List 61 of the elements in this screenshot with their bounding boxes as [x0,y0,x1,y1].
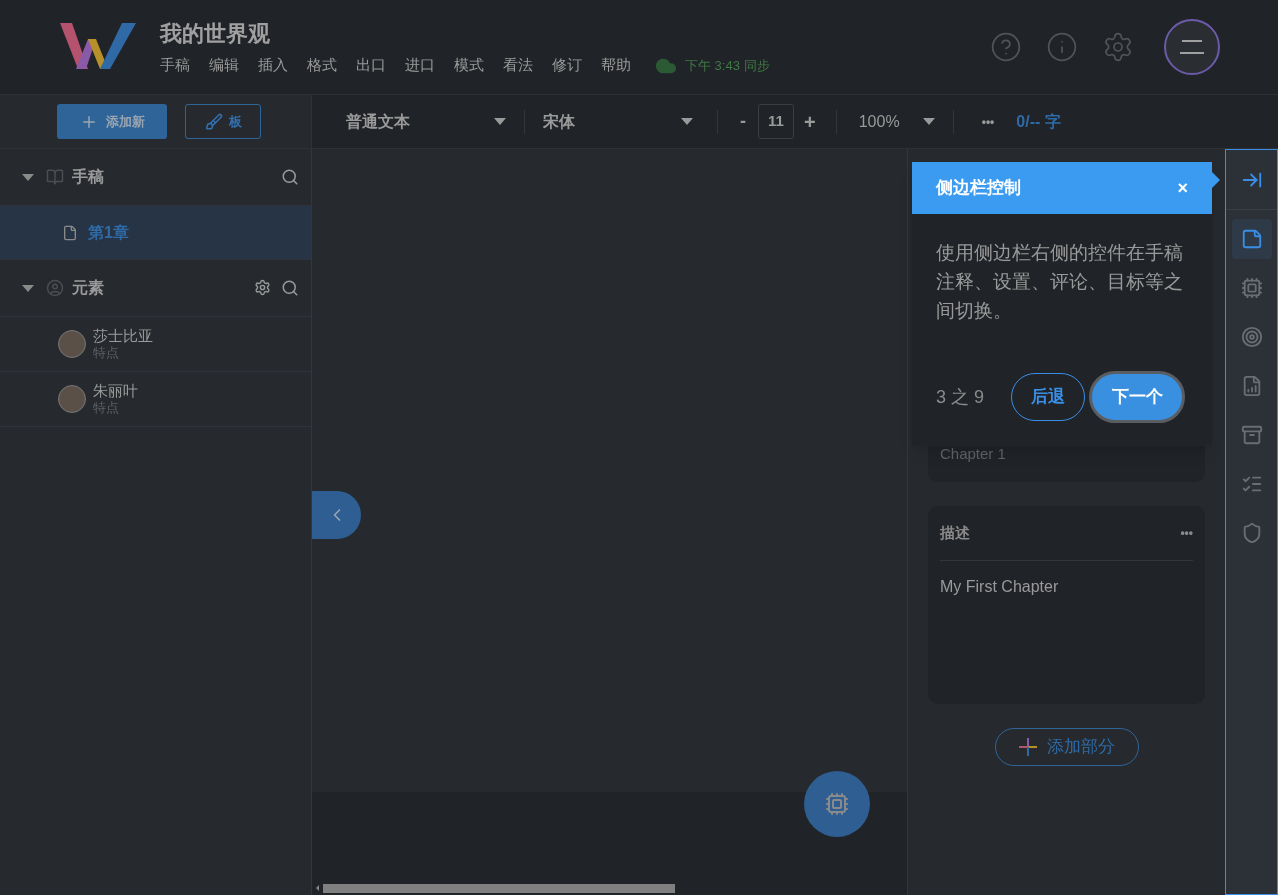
search-icon[interactable] [281,279,299,297]
document-icon [62,223,78,242]
search-icon[interactable] [281,168,299,186]
expand-toggle-icon[interactable] [22,173,34,181]
avatar [58,330,86,358]
zoom-dropdown[interactable]: 100% [858,109,935,134]
font-dropdown[interactable]: 宋体 [543,109,693,134]
help-icon[interactable] [990,31,1022,63]
note-icon [1240,228,1263,250]
sidebar-tab[interactable] [1231,219,1272,259]
word-count: 0/-- 字 [1016,111,1061,132]
settings-icon[interactable] [254,279,271,296]
step-counter: 3 之 9 [936,385,985,409]
app-title: 我的世界观 [160,20,271,49]
menu-item[interactable]: 进口 [405,54,435,77]
target-icon [1240,326,1263,348]
decrease-size-button[interactable]: - [734,108,752,135]
sync-status: 下午 3:43 同步 [685,56,770,75]
character-name: 莎士比亚 [93,326,153,346]
book-icon [46,168,64,186]
plus-icon [1018,738,1037,756]
close-button[interactable]: × [1177,174,1188,202]
expand-toggle-icon[interactable] [22,284,34,292]
more-button[interactable]: ••• [1180,524,1193,542]
tour-title: 侧边栏控制 [936,177,1021,200]
menu-item[interactable]: 编辑 [209,54,239,77]
chapter-label: 第1章 [88,222,129,243]
font-size-field[interactable]: 11 [758,104,794,139]
more-button[interactable]: ••• [981,112,995,131]
card-title: 描述 [940,522,970,543]
menu-item[interactable]: 修订 [552,54,582,77]
menu-item[interactable]: 手稿 [160,54,190,77]
brush-icon [204,112,223,131]
menu-button[interactable] [1164,19,1220,75]
increase-size-button[interactable]: + [800,106,820,137]
collapse-sidebar-button[interactable] [312,491,361,539]
menu-item[interactable]: 看法 [503,54,533,77]
character-name: 朱丽叶 [93,381,138,401]
menu-item[interactable]: 格式 [307,54,337,77]
menu-item[interactable]: 插入 [258,54,288,77]
menu-item[interactable]: 出口 [356,54,386,77]
chip-icon [825,792,849,816]
caret-icon [922,118,935,125]
section-title[interactable]: 手稿 [72,165,104,189]
menu-icon [1179,37,1205,57]
menu-item[interactable]: 模式 [454,54,484,77]
chip-icon [1240,277,1263,299]
menu-item[interactable]: 帮助 [601,54,631,77]
board-button[interactable]: 板 [185,104,261,139]
info-icon[interactable] [1046,31,1078,63]
caret-icon [681,118,693,125]
archive-icon [1240,424,1263,446]
section-title[interactable]: 元素 [72,276,104,300]
description-text: My First Chapter [940,577,1060,597]
person-icon [46,279,64,297]
tour-text: 使用侧边栏右侧的控件在手稿注释、设置、评论、目标等之间切换。 [935,241,1184,323]
caret-icon [494,118,506,125]
card-text: Chapter 1 [940,446,1006,461]
paragraph-style-dropdown[interactable]: 普通文本 [346,109,506,134]
avatar [58,385,86,413]
next-button[interactable]: 下一个 [1089,371,1186,423]
